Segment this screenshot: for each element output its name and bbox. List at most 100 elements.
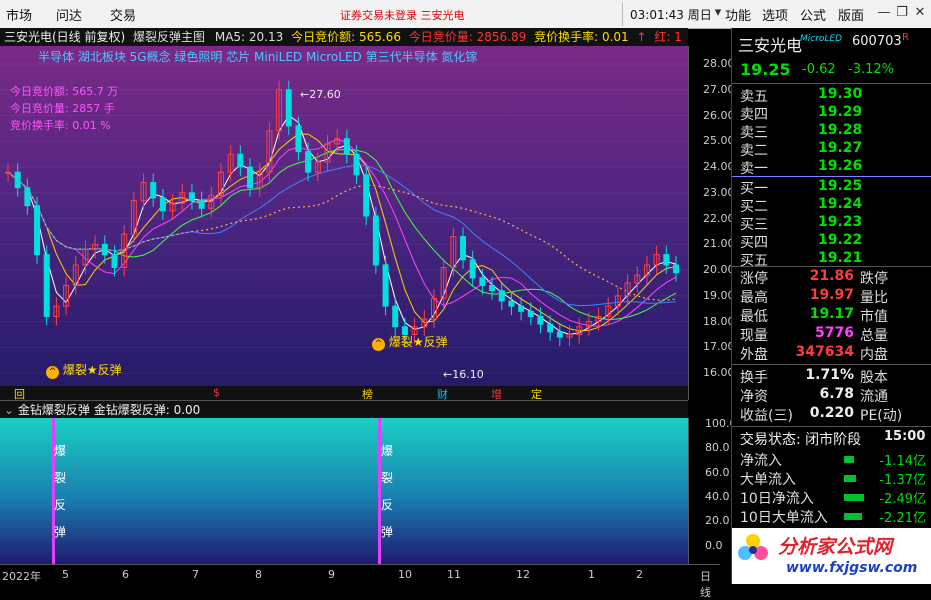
menu-layout[interactable]: 版面 (838, 5, 864, 24)
stat-value: 19.97 (809, 287, 854, 303)
sub-indicator-title[interactable]: 金钻爆裂反弹 金钻爆裂反弹: 0.00 (18, 403, 200, 417)
flow-value: -1.14亿 (879, 454, 926, 469)
top-menu-bar: 市场 问达 交易 证券交易未登录 三安光电 03:01:43 周日 ▾ 功能 选… (0, 0, 931, 29)
candle-body (5, 171, 11, 174)
divider (732, 364, 931, 365)
candle-body (663, 254, 670, 266)
ask-price: 19.28 (818, 122, 863, 138)
main-chart-title-bar: 三安光电(日线 前复权) 爆裂反弹主图 MA5: 20.13 今日竞价额: 56… (0, 28, 688, 46)
collapse-icon[interactable]: ⌄ (4, 403, 14, 417)
stat-label: 最低 (740, 309, 768, 325)
auction-overlay: 今日竞价额: 565.7 万 今日竞价量: 2857 手 竞价换手率: 0.01… (10, 83, 118, 134)
flow-value: -2.49亿 (879, 492, 926, 507)
flow-label: 大单流入 (740, 472, 796, 488)
stat-label-2: 跌停 (860, 271, 888, 287)
concept-tag: MicroLED (800, 34, 843, 44)
signal-icon: ^ (46, 366, 59, 379)
sub-chart-title-bar: ⌄ 金钻爆裂反弹 金钻爆裂反弹: 0.00 (0, 400, 688, 419)
flow-label: 净流入 (740, 453, 782, 469)
y-tick: 24.00 (703, 160, 735, 174)
watermark-logo: 分析家公式网 www.fxjgsw.com (732, 528, 931, 584)
stat-label-2: 市值 (860, 309, 888, 325)
candle-body (527, 310, 534, 317)
trade-status-time: 15:00 (884, 429, 926, 444)
login-notice: 证券交易未登录 三安光电 (340, 9, 465, 22)
menu-trade[interactable]: 交易 (110, 5, 136, 24)
menu-formula[interactable]: 公式 (800, 5, 826, 24)
flow-label: 10日净流入 (740, 491, 814, 507)
signal-text-2: 爆 裂 反 弹 (381, 444, 394, 539)
arrow-left-icon: ← (300, 88, 310, 101)
bid-price: 19.25 (818, 178, 863, 194)
price-change: -0.62 (802, 62, 836, 77)
bid-label: 买五 (740, 253, 768, 269)
up-arrow-icon: ↑ (636, 30, 647, 44)
clock: 03:01:43 周日 (630, 8, 712, 22)
candle-body (518, 305, 525, 312)
sub-indicator-chart[interactable] (0, 418, 688, 564)
y-tick: 18.00 (703, 314, 735, 328)
menu-market[interactable]: 市场 (6, 5, 32, 24)
candle-body (237, 153, 244, 168)
flow-value: -2.21亿 (879, 511, 926, 526)
stat-value: 0.220 (809, 405, 854, 421)
menu-wenda[interactable]: 问达 (56, 5, 82, 24)
candle-body (295, 125, 302, 153)
x-tick: 6 (122, 568, 129, 581)
bid-price: 19.24 (818, 196, 863, 212)
menu-options[interactable]: 选项 (762, 5, 788, 24)
stat-value: 347634 (795, 344, 854, 360)
stat-label: 净资 (740, 389, 768, 405)
candle-body (198, 200, 205, 209)
y-tick: 22.00 (703, 211, 735, 225)
price-change-pct: -3.12% (848, 62, 894, 77)
y-tick: 23.00 (703, 185, 735, 199)
x-tick: 9 (328, 568, 335, 581)
stat-label-2: 总量 (860, 328, 888, 344)
close-icon[interactable]: ✕ (912, 5, 928, 21)
y-tick: 17.00 (703, 340, 735, 354)
watermark-url: www.fxjgsw.com (786, 560, 918, 576)
x-tick: 11 (447, 568, 461, 581)
dropdown-icon[interactable]: ▾ (710, 5, 726, 21)
sub-chart-background (0, 418, 688, 564)
flow-row: 10日大单流入 -2.21亿 (740, 507, 930, 529)
stat-label: 外盘 (740, 347, 768, 363)
minimize-icon[interactable]: — (876, 5, 892, 21)
y-tick: 28.00 (703, 57, 735, 71)
stat-label-2: 内盘 (860, 347, 888, 363)
high-price-label: 27.60 (309, 88, 341, 101)
stock-period-label[interactable]: 三安光电(日线 前复权) (4, 30, 125, 44)
candle-body (247, 166, 254, 189)
menu-function[interactable]: 功能 (725, 5, 751, 24)
ask-price: 19.26 (818, 158, 863, 174)
margin-flag: R (902, 32, 909, 43)
candle-body (353, 153, 360, 176)
ask-label: 卖三 (740, 125, 768, 141)
candle-body (34, 205, 41, 256)
restore-icon[interactable]: ❐ (894, 5, 910, 21)
candle-body (489, 285, 496, 292)
x-tick: 2 (636, 568, 643, 581)
flow-bar (844, 475, 856, 482)
stat-value: 6.78 (819, 386, 854, 402)
low-price-label: 16.10 (452, 368, 484, 381)
candle-body (101, 243, 108, 256)
x-tick: 5 (62, 568, 69, 581)
candle-body (305, 151, 312, 173)
current-price: 19.25 (740, 60, 791, 79)
y-tick: 20.0 (705, 514, 730, 527)
signal-icon: ^ (372, 338, 385, 351)
event-marker-dividend[interactable]: $ (213, 386, 220, 399)
x-tick: 7 (192, 568, 199, 581)
indicator-name[interactable]: 爆裂反弹主图 (133, 30, 205, 44)
bid-price: 19.21 (818, 250, 863, 266)
auction-volume: 今日竞价量: 2856.89 (408, 30, 527, 44)
clock-divider (622, 2, 623, 26)
price-axis: 16.00 17.00 18.00 19.00 20.00 21.00 22.00 23.00… (688, 46, 735, 400)
signal-label-1: ^ 爆裂★反弹 (46, 361, 122, 379)
signal-text-1: 爆 裂 反 弹 (54, 444, 67, 539)
x-tick: 日线 (700, 570, 711, 599)
signal-label-2: ^ 爆裂★反弹 (372, 333, 448, 351)
y-tick: 16.00 (703, 366, 735, 380)
